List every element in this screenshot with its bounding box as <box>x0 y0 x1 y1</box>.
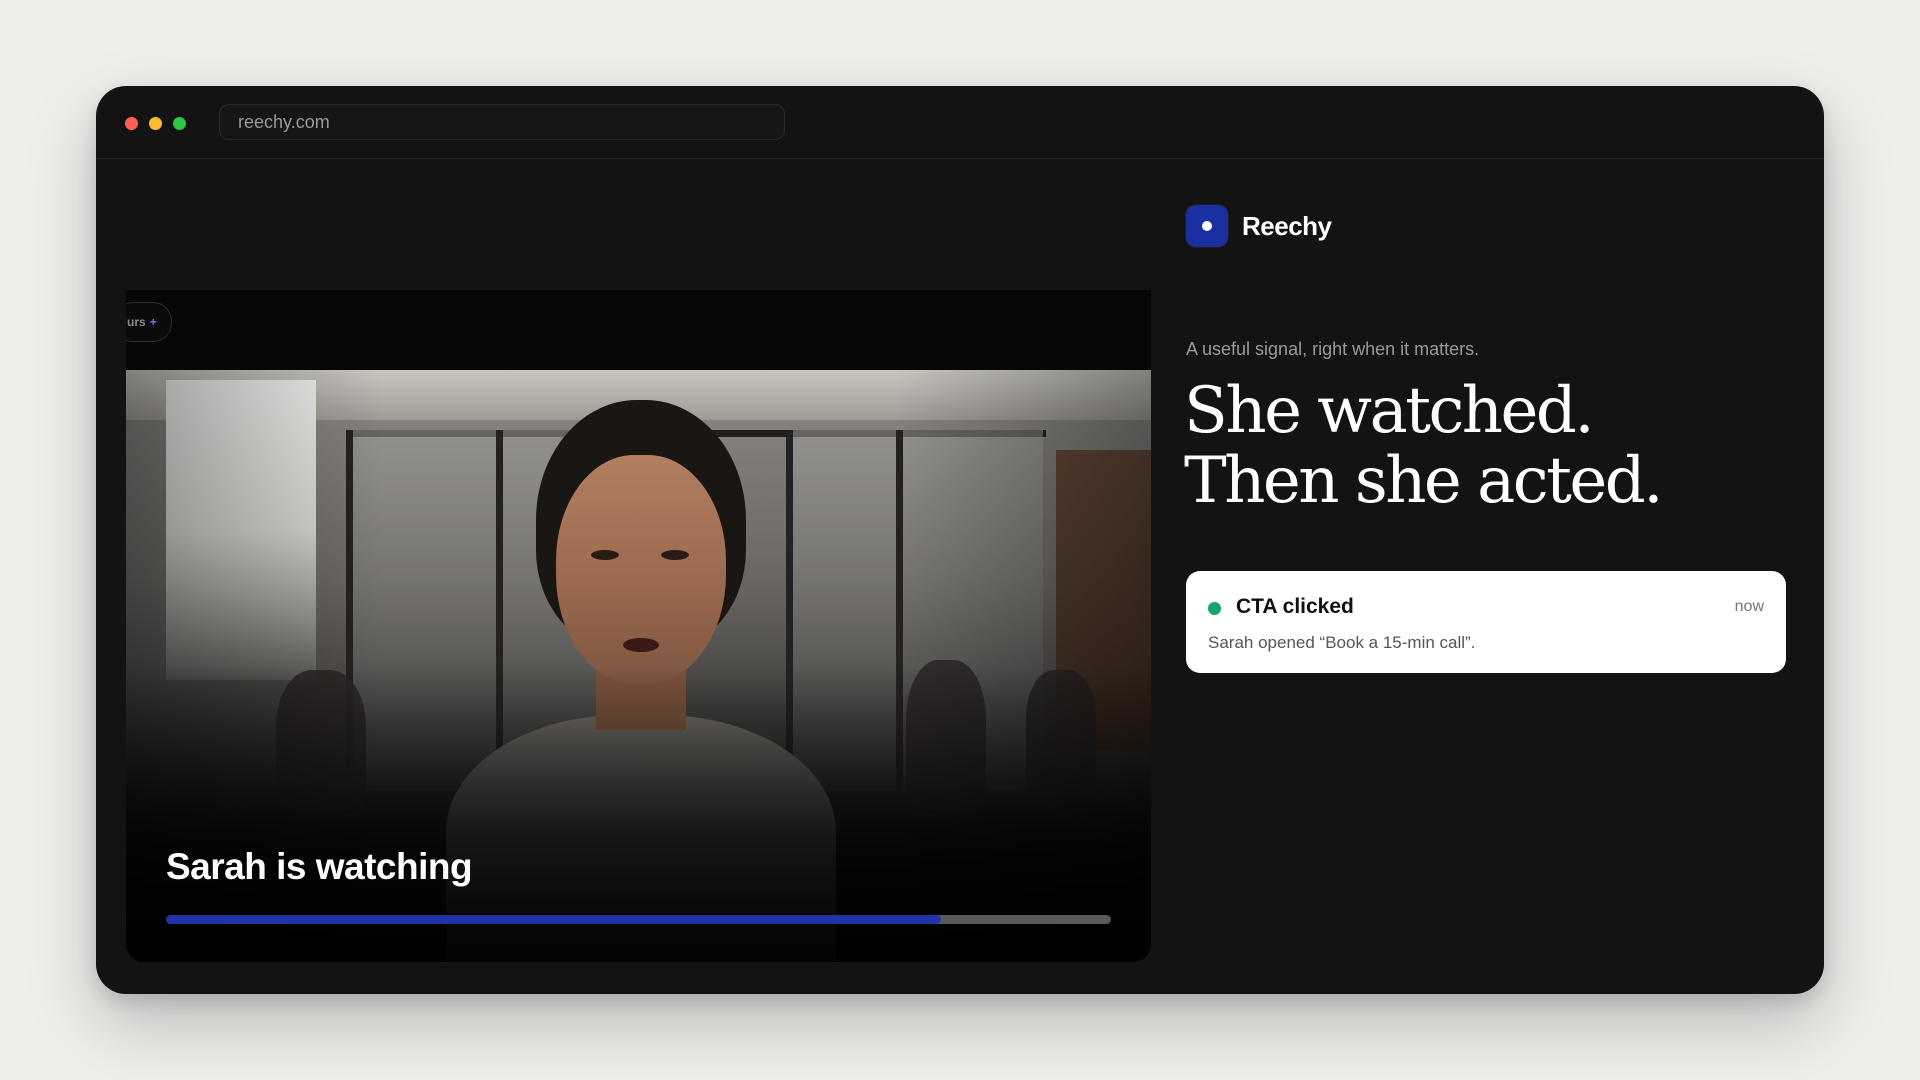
close-window-button[interactable] <box>125 117 138 130</box>
hero-headline-line-1: She watched. <box>1184 374 1595 448</box>
event-timestamp: now <box>1734 598 1764 615</box>
hero-headline-line-2: Then she acted. <box>1184 444 1664 518</box>
event-title: CTA clicked <box>1236 595 1354 618</box>
event-description: Sarah opened “Book a 15-min call”. <box>1208 633 1476 652</box>
video-pill-label: urs <box>127 315 146 329</box>
maximize-window-button[interactable] <box>173 117 186 130</box>
browser-titlebar: reechy.com <box>96 86 1824 159</box>
video-player[interactable]: urs + Sarah is watching <box>126 290 1151 962</box>
video-top-bar: urs + <box>126 290 1151 370</box>
event-notification-card[interactable]: CTA clicked now Sarah opened “Book a 15-… <box>1186 571 1786 673</box>
video-progress-bar[interactable] <box>166 915 1111 924</box>
hero-tagline: A useful signal, right when it matters. <box>1186 339 1480 359</box>
status-dot-icon <box>1208 602 1221 615</box>
browser-window: reechy.com urs + Sarah is watching Reech… <box>96 86 1824 994</box>
brand-name: Reechy <box>1242 210 1332 241</box>
brand-header[interactable]: Reechy <box>1186 205 1332 247</box>
plus-icon: + <box>149 315 157 329</box>
minimize-window-button[interactable] <box>149 117 162 130</box>
viewer-status-caption: Sarah is watching <box>166 846 473 887</box>
video-progress-fill <box>166 915 941 924</box>
hero-headline: She watched. Then she acted. <box>1184 374 1664 518</box>
address-bar[interactable]: reechy.com <box>219 104 785 140</box>
reechy-logo-icon <box>1186 205 1228 247</box>
video-pill-button[interactable]: urs + <box>126 302 172 342</box>
